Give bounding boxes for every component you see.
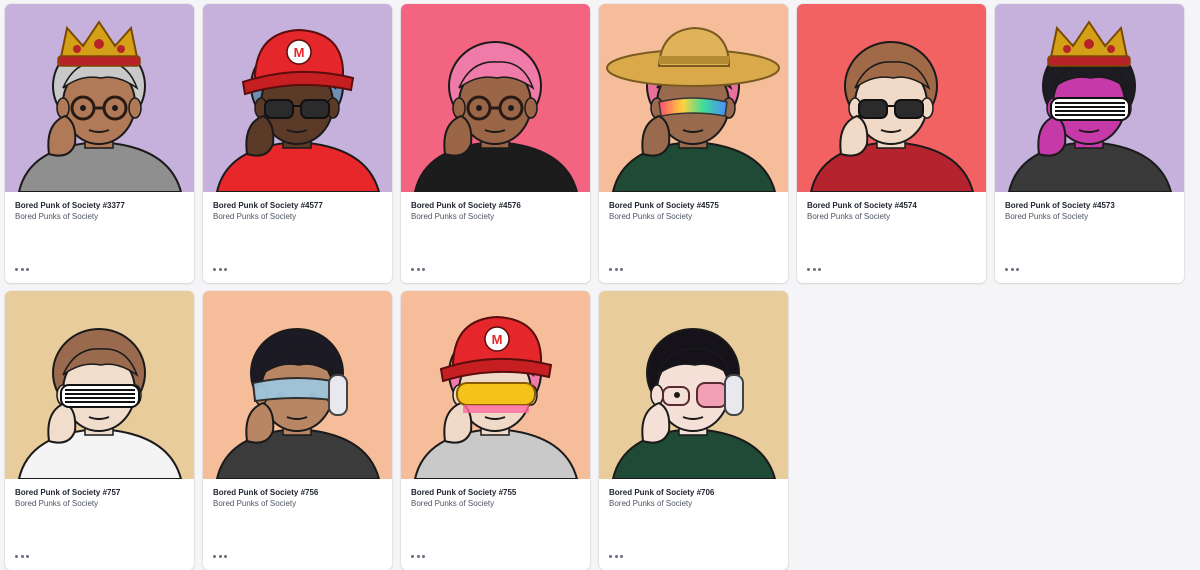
svg-text:M: M bbox=[492, 332, 503, 347]
nft-image[interactable] bbox=[995, 4, 1184, 192]
nft-image[interactable] bbox=[5, 4, 194, 192]
nft-meta: Bored Punk of Society #755 Bored Punks o… bbox=[401, 479, 590, 510]
nft-card[interactable]: Bored Punk of Society #706 Bored Punks o… bbox=[599, 291, 788, 570]
nft-meta: Bored Punk of Society #4576 Bored Punks … bbox=[401, 192, 590, 223]
nft-name[interactable]: Bored Punk of Society #4577 bbox=[213, 200, 382, 211]
nft-card[interactable]: Bored Punk of Society #4574 Bored Punks … bbox=[797, 4, 986, 283]
nft-name[interactable]: Bored Punk of Society #4575 bbox=[609, 200, 778, 211]
nft-image[interactable] bbox=[599, 4, 788, 192]
nft-image[interactable] bbox=[203, 291, 392, 479]
nft-card[interactable]: Bored Punk of Society #3377 Bored Punks … bbox=[5, 4, 194, 283]
more-options-icon[interactable] bbox=[15, 265, 29, 273]
nft-card[interactable]: M Bored Punk of Society #4577 Bored Punk… bbox=[203, 4, 392, 283]
nft-image[interactable] bbox=[5, 291, 194, 479]
nft-card[interactable]: Bored Punk of Society #756 Bored Punks o… bbox=[203, 291, 392, 570]
nft-name[interactable]: Bored Punk of Society #706 bbox=[609, 487, 778, 498]
nft-meta: Bored Punk of Society #4574 Bored Punks … bbox=[797, 192, 986, 223]
nft-card[interactable]: Bored Punk of Society #4575 Bored Punks … bbox=[599, 4, 788, 283]
nft-collection-name[interactable]: Bored Punks of Society bbox=[15, 498, 184, 510]
svg-text:M: M bbox=[294, 45, 305, 60]
more-options-icon[interactable] bbox=[1005, 265, 1019, 273]
more-options-icon[interactable] bbox=[411, 552, 425, 560]
nft-meta: Bored Punk of Society #706 Bored Punks o… bbox=[599, 479, 788, 510]
more-options-icon[interactable] bbox=[213, 552, 227, 560]
nft-image[interactable] bbox=[599, 291, 788, 479]
nft-image[interactable] bbox=[797, 4, 986, 192]
nft-collection-name[interactable]: Bored Punks of Society bbox=[609, 498, 778, 510]
more-options-icon[interactable] bbox=[609, 552, 623, 560]
headphones-icon bbox=[724, 374, 744, 416]
nft-name[interactable]: Bored Punk of Society #755 bbox=[411, 487, 580, 498]
nft-meta: Bored Punk of Society #3377 Bored Punks … bbox=[5, 192, 194, 223]
nft-name[interactable]: Bored Punk of Society #757 bbox=[15, 487, 184, 498]
nft-meta: Bored Punk of Society #4577 Bored Punks … bbox=[203, 192, 392, 223]
nft-card[interactable]: Bored Punk of Society #757 Bored Punks o… bbox=[5, 291, 194, 570]
nft-collection-name[interactable]: Bored Punks of Society bbox=[411, 211, 580, 223]
more-options-icon[interactable] bbox=[15, 552, 29, 560]
headphones-icon bbox=[328, 374, 348, 416]
more-options-icon[interactable] bbox=[411, 265, 425, 273]
nft-collection-name[interactable]: Bored Punks of Society bbox=[609, 211, 778, 223]
nft-collection-name[interactable]: Bored Punks of Society bbox=[213, 211, 382, 223]
rainbow-shades-icon bbox=[658, 97, 728, 117]
nft-name[interactable]: Bored Punk of Society #4574 bbox=[807, 200, 976, 211]
nft-collection-name[interactable]: Bored Punks of Society bbox=[213, 498, 382, 510]
shutter-shades-icon bbox=[60, 384, 140, 408]
nft-image[interactable]: M bbox=[203, 4, 392, 192]
nft-meta: Bored Punk of Society #756 Bored Punks o… bbox=[203, 479, 392, 510]
nft-collection-name[interactable]: Bored Punks of Society bbox=[15, 211, 184, 223]
nft-collection-name[interactable]: Bored Punks of Society bbox=[1005, 211, 1174, 223]
shutter-shades-icon bbox=[1050, 97, 1130, 121]
nft-meta: Bored Punk of Society #4575 Bored Punks … bbox=[599, 192, 788, 223]
nft-name[interactable]: Bored Punk of Society #4573 bbox=[1005, 200, 1174, 211]
nft-name[interactable]: Bored Punk of Society #4576 bbox=[411, 200, 580, 211]
nft-collection-name[interactable]: Bored Punks of Society bbox=[411, 498, 580, 510]
nft-card[interactable]: Bored Punk of Society #4573 Bored Punks … bbox=[995, 4, 1184, 283]
nft-card[interactable]: M Bored Punk of Society #755 Bored Punks… bbox=[401, 291, 590, 570]
nft-card[interactable]: Bored Punk of Society #4576 Bored Punks … bbox=[401, 4, 590, 283]
more-options-icon[interactable] bbox=[807, 265, 821, 273]
nft-meta: Bored Punk of Society #757 Bored Punks o… bbox=[5, 479, 194, 510]
more-options-icon[interactable] bbox=[213, 265, 227, 273]
nft-image[interactable]: M bbox=[401, 291, 590, 479]
nft-image[interactable] bbox=[401, 4, 590, 192]
nft-collection-name[interactable]: Bored Punks of Society bbox=[807, 211, 976, 223]
nft-name[interactable]: Bored Punk of Society #756 bbox=[213, 487, 382, 498]
nft-name[interactable]: Bored Punk of Society #3377 bbox=[15, 200, 184, 211]
yellow-visor-icon bbox=[456, 382, 536, 413]
nft-grid: Bored Punk of Society #3377 Bored Punks … bbox=[5, 4, 1184, 570]
more-options-icon[interactable] bbox=[609, 265, 623, 273]
nft-meta: Bored Punk of Society #4573 Bored Punks … bbox=[995, 192, 1184, 223]
